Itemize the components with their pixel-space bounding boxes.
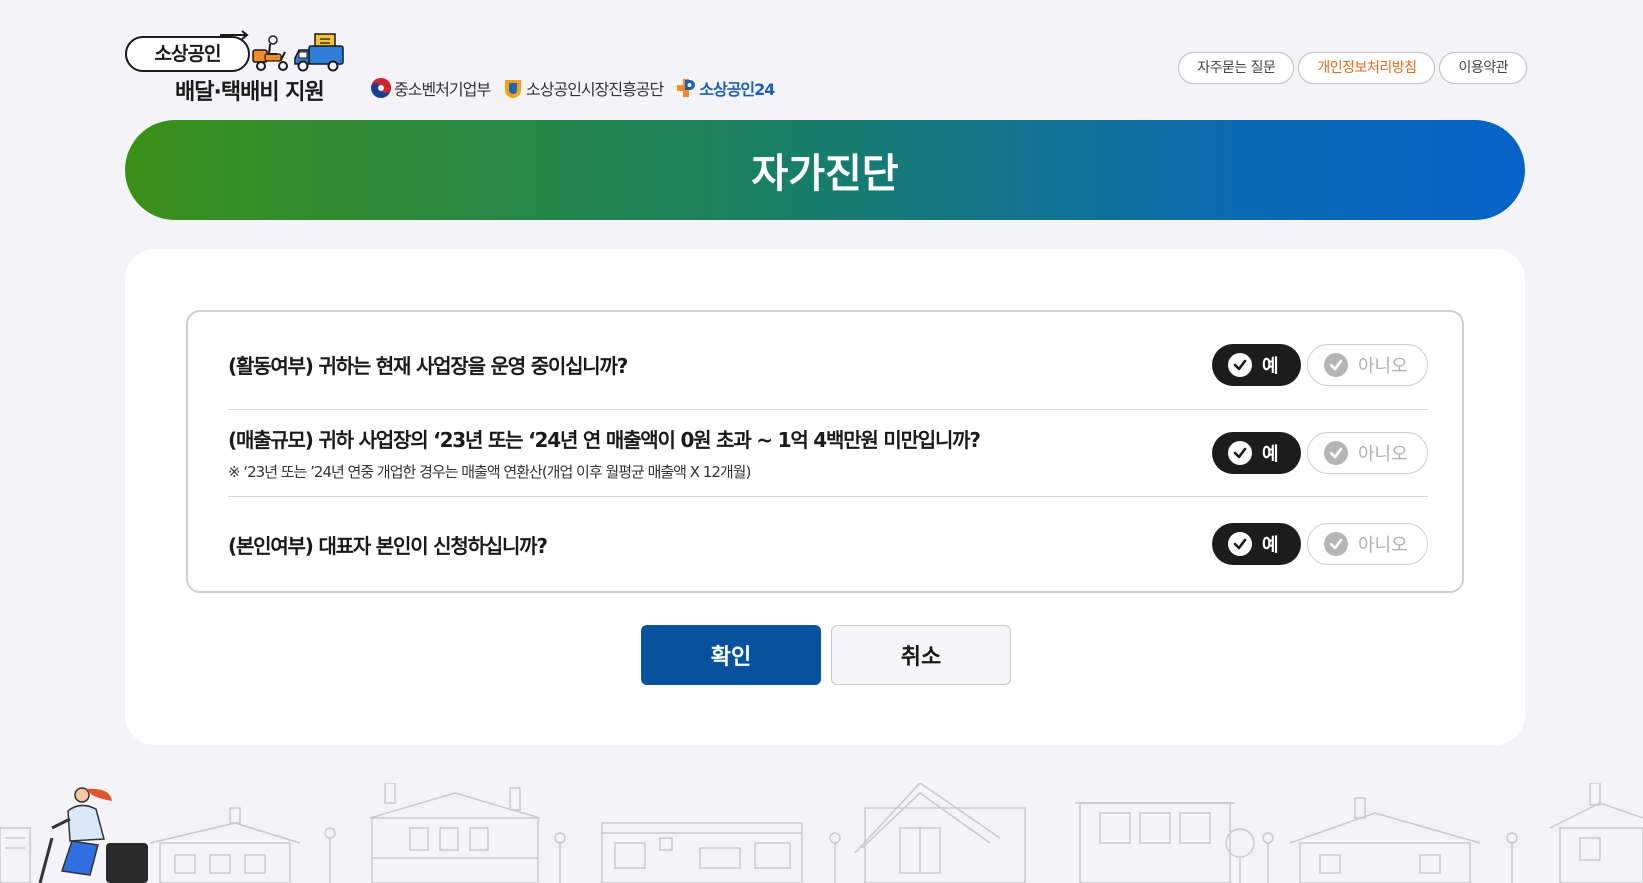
answer-yes-button[interactable]: 예 [1212, 343, 1301, 386]
semas-icon [505, 80, 522, 98]
answer-group: 예 아니오 [1212, 523, 1428, 565]
logo-bottom-text: 배달·택배비 지원 [175, 80, 325, 105]
question-list: (활동여부) 귀하는 현재 사업장을 운영 중이십니까? 예 아니오 (매출규모… [186, 310, 1464, 593]
question-text: (매출규모) 귀하 사업장의 ‘23년 또는 ‘24년 연 매출액이 0원 초과… [228, 424, 981, 482]
lamp-illustration [1262, 832, 1274, 883]
partner-p24: 소상공인24 [675, 76, 775, 100]
partner-logos: 중소벤처기업부 소상공인시장진흥공단 소상공인24 [370, 76, 775, 100]
taegeuk-icon [371, 78, 391, 98]
house-illustration [149, 807, 301, 883]
question-text: (활동여부) 귀하는 현재 사업장을 운영 중이십니까? [228, 350, 628, 379]
answer-label: 예 [1262, 355, 1279, 377]
check-icon [1228, 441, 1252, 465]
partner-mss: 중소벤처기업부 [370, 76, 491, 100]
site-header: 소상공인 배달·택배비 지원 중소벤처기업부 소상공인시장진흥공단 소상공인24… [125, 30, 1527, 110]
site-logo[interactable]: 소상공인 배달·택배비 지원 [125, 30, 350, 105]
top-navigation: 자주묻는 질문 개인정보처리방침 이용약관 [1178, 52, 1527, 84]
lamp-illustration [1506, 832, 1518, 883]
courier-character-illustration [38, 787, 148, 883]
partner-semas: 소상공인시장진흥공단 [502, 76, 664, 100]
building-illustration [601, 822, 803, 883]
check-icon [1324, 441, 1348, 465]
action-buttons: 확인 취소 [641, 625, 1011, 685]
p24-icon [677, 79, 696, 97]
lamp-illustration [554, 832, 566, 883]
check-icon [1228, 532, 1252, 556]
question-text: (본인여부) 대표자 본인이 신청하십니까? [228, 530, 548, 559]
terms-link[interactable]: 이용약관 [1439, 52, 1527, 84]
answer-yes-button[interactable]: 예 [1212, 523, 1301, 565]
answer-no-button[interactable]: 아니오 [1307, 523, 1428, 565]
confirm-button[interactable]: 확인 [641, 625, 821, 685]
partner-label: 소상공인24 [699, 80, 775, 99]
answer-no-button[interactable]: 아니오 [1307, 343, 1428, 386]
house-illustration [369, 783, 541, 883]
house-illustration [1289, 797, 1481, 883]
answer-label: 아니오 [1358, 444, 1408, 465]
lamp-illustration [829, 832, 841, 883]
house-illustration [1549, 783, 1643, 883]
answer-no-button[interactable]: 아니오 [1307, 432, 1428, 474]
question-row-activity: (활동여부) 귀하는 현재 사업장을 운영 중이십니까? 예 아니오 [228, 312, 1428, 410]
question-title: (활동여부) 귀하는 현재 사업장을 운영 중이십니까? [228, 354, 628, 378]
answer-yes-button[interactable]: 예 [1212, 432, 1301, 474]
question-title: (본인여부) 대표자 본인이 신청하십니까? [228, 533, 548, 558]
logo-top-text: 소상공인 [125, 36, 250, 72]
house-illustration [1075, 802, 1255, 883]
self-diagnosis-card: (활동여부) 귀하는 현재 사업장을 운영 중이십니까? 예 아니오 (매출규모… [125, 249, 1525, 745]
town-illustration [0, 783, 1643, 883]
logo-arrow-icon [220, 30, 249, 40]
check-icon [1228, 352, 1252, 377]
question-note: ※ ‘23년 또는 ’24년 연중 개업한 경우는 매출액 연환산(개업 이후 … [228, 463, 751, 481]
cancel-button[interactable]: 취소 [831, 625, 1011, 685]
title-banner: 자가진단 [125, 120, 1525, 220]
answer-label: 예 [1262, 535, 1279, 556]
answer-group: 예 아니오 [1212, 343, 1428, 386]
delivery-scooter-icon [252, 35, 288, 71]
partner-label: 소상공인시장진흥공단 [526, 80, 664, 99]
answer-group: 예 아니오 [1212, 432, 1428, 474]
question-row-revenue: (매출규모) 귀하 사업장의 ‘23년 또는 ‘24년 연 매출액이 0원 초과… [228, 410, 1428, 497]
answer-label: 아니오 [1358, 535, 1408, 556]
delivery-truck-icon [294, 33, 344, 72]
check-icon [1324, 532, 1348, 556]
answer-label: 아니오 [1358, 355, 1408, 377]
question-title: (매출규모) 귀하 사업장의 ‘23년 또는 ‘24년 연 매출액이 0원 초과… [228, 428, 981, 452]
privacy-policy-link[interactable]: 개인정보처리방침 [1298, 52, 1436, 84]
answer-label: 예 [1262, 444, 1279, 465]
partner-label: 중소벤처기업부 [394, 80, 491, 99]
lamp-illustration [324, 827, 336, 883]
page-title: 자가진단 [751, 151, 899, 197]
check-icon [1324, 352, 1348, 377]
house-illustration [854, 783, 1026, 883]
faq-link[interactable]: 자주묻는 질문 [1178, 52, 1295, 84]
question-row-identity: (본인여부) 대표자 본인이 신청하십니까? 예 아니오 [228, 497, 1428, 591]
house-illustration [0, 827, 31, 883]
